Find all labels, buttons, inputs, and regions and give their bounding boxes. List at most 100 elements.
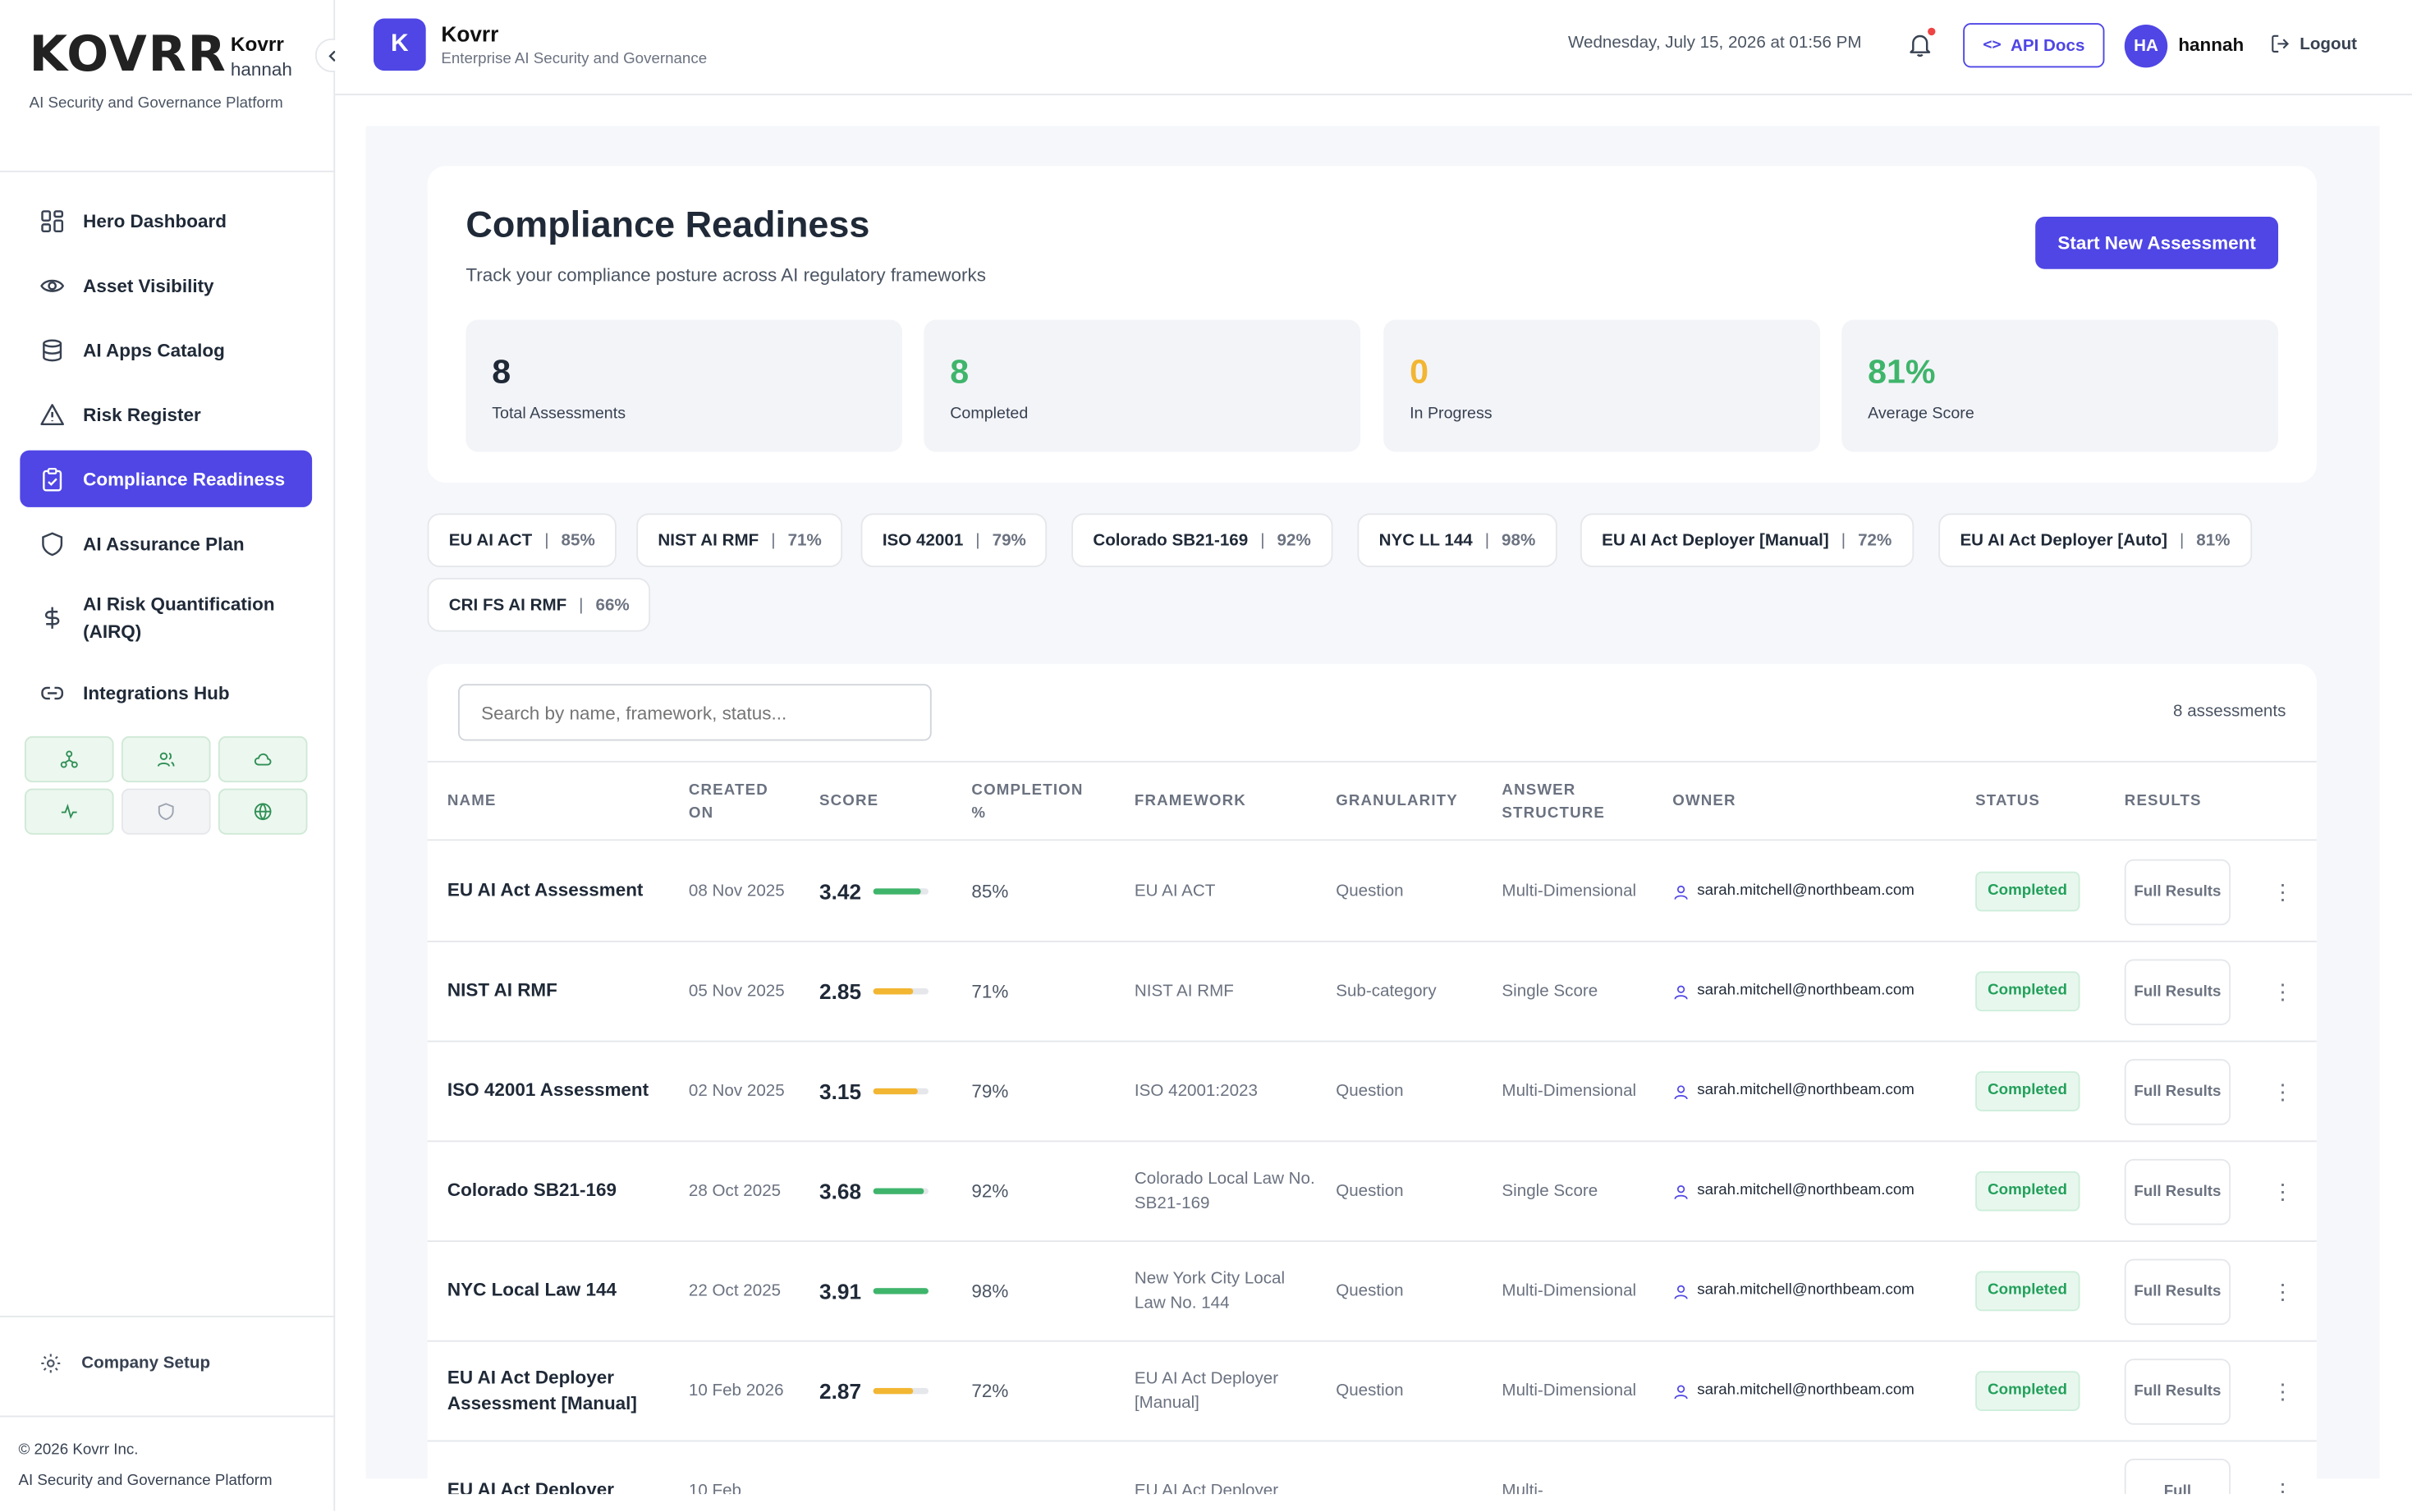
framework-chip[interactable]: CRI FS AI RMF | 66% <box>427 578 651 632</box>
stat-label: In Progress <box>1410 404 1493 423</box>
score-cell: 2.87 <box>819 1342 958 1441</box>
owner-cell: sarah.mitchell@northbeam.com <box>1672 1242 1965 1340</box>
user-icon <box>1674 1084 1688 1099</box>
column-header-framework[interactable]: FRAMEWORK <box>1135 763 1304 842</box>
score-bar-fill <box>874 888 921 895</box>
framework-chip[interactable]: EU AI Act Deployer [Auto] | 81% <box>1938 513 2252 567</box>
full-results-button[interactable]: Full Results <box>2124 1258 2231 1325</box>
framework-chip[interactable]: NYC LL 144 | 98% <box>1357 513 1557 567</box>
sidebar-item-compliance-readiness[interactable]: Compliance Readiness <box>20 450 313 507</box>
start-new-assessment-button[interactable]: Start New Assessment <box>2035 217 2279 269</box>
column-header-results[interactable]: RESULTS <box>2125 763 2248 842</box>
search-input[interactable] <box>458 684 932 741</box>
globe-button[interactable] <box>218 788 308 835</box>
column-header-created[interactable]: CREATED ON <box>689 763 789 842</box>
kovrr-logo: KOVRR <box>29 24 227 84</box>
assessment-name-cell[interactable]: EU AI Act Assessment <box>447 842 663 941</box>
more-options-icon[interactable]: ⋮ <box>2272 978 2294 1004</box>
assessment-name-cell[interactable]: ISO 42001 Assessment <box>447 1042 663 1141</box>
column-header-name[interactable]: NAME <box>447 763 663 842</box>
framework-chip[interactable]: EU AI ACT | 85% <box>427 513 617 567</box>
score-bar-fill <box>874 1288 929 1294</box>
completion-percent: 71% <box>971 980 1009 1002</box>
table-row[interactable]: EU AI Act Deployer Assessment [Manual] 10… <box>427 1342 2317 1442</box>
column-header-completion[interactable]: COMPLETION % <box>971 763 1102 842</box>
sidebar-item-ai-apps-catalog[interactable]: AI Apps Catalog <box>20 321 312 378</box>
user-icon <box>1674 1384 1688 1399</box>
dashboard-icon <box>41 209 64 232</box>
activity-button[interactable] <box>24 788 114 835</box>
column-header-answer-structure[interactable]: ANSWER STRUCTURE <box>1502 763 1625 842</box>
assessment-name-cell[interactable]: EU AI Act Deployer <box>447 1441 663 1494</box>
logout-button[interactable]: Logout <box>2271 34 2357 53</box>
table-row[interactable]: EU AI Act Assessment 08 Nov 2025 3.42 85% EU… <box>427 842 2317 942</box>
score-bar <box>874 1288 929 1294</box>
sidebar-item-asset-visibility[interactable]: Asset Visibility <box>20 257 312 314</box>
results-cell: Full Results <box>2124 842 2240 941</box>
more-options-icon[interactable]: ⋮ <box>2272 1079 2294 1104</box>
assessment-name-cell[interactable]: Colorado SB21-169 <box>447 1142 663 1240</box>
created-on-cell: 22 Oct 2025 <box>689 1242 796 1340</box>
network-button[interactable] <box>24 735 114 783</box>
created-on-cell: 28 Oct 2025 <box>689 1142 796 1240</box>
owner-cell: sarah.mitchell@northbeam.com <box>1672 842 1965 941</box>
framework-chip[interactable]: EU AI Act Deployer [Manual] | 72% <box>1580 513 1914 567</box>
more-options-icon[interactable]: ⋮ <box>2272 1478 2294 1494</box>
more-options-icon[interactable]: ⋮ <box>2272 879 2294 905</box>
table-row[interactable]: Colorado SB21-169 28 Oct 2025 3.68 92% Color… <box>427 1142 2317 1242</box>
sidebar-username: hannah <box>230 58 292 80</box>
header-username[interactable]: hannah <box>2178 34 2244 55</box>
api-docs-button[interactable]: <> API Docs <box>1963 23 2105 68</box>
full-results-button[interactable]: Full Results <box>2124 1058 2231 1125</box>
assessment-name-cell[interactable]: NIST AI RMF <box>447 942 663 1041</box>
column-header-score[interactable]: SCORE <box>819 763 942 842</box>
sidebar-item-airq[interactable]: AI Risk Quantification (AIRQ) <box>20 580 312 657</box>
shield-button[interactable] <box>121 788 211 835</box>
more-options-icon[interactable]: ⋮ <box>2272 1179 2294 1204</box>
column-header-granularity[interactable]: GRANULARITY <box>1336 763 1482 842</box>
framework-chip[interactable]: ISO 42001 | 79% <box>860 513 1048 567</box>
users-button[interactable] <box>121 735 211 783</box>
assessment-name-cell[interactable]: NYC Local Law 144 <box>447 1242 663 1340</box>
full-results-button[interactable]: Full Results <box>2124 1157 2231 1225</box>
table-row[interactable]: NYC Local Law 144 22 Oct 2025 3.91 98% New Y… <box>427 1242 2317 1342</box>
sidebar-item-hero-dashboard[interactable]: Hero Dashboard <box>20 192 312 249</box>
warning-icon <box>40 403 64 425</box>
full-results-button[interactable]: Full Results <box>2124 1358 2231 1424</box>
stat-label: Completed <box>950 404 1029 423</box>
assessment-name-cell[interactable]: EU AI Act Deployer Assessment [Manual] <box>447 1342 663 1441</box>
framework-cell: NIST AI RMF <box>1135 942 1319 1041</box>
sidebar-item-label: AI Risk Quantification (AIRQ) <box>83 593 275 643</box>
full-results-button[interactable]: Full Results <box>2124 958 2231 1025</box>
owner-email: sarah.mitchell@northbeam.com <box>1697 882 1914 899</box>
row-menu-cell: ⋮ <box>2272 1042 2303 1141</box>
framework-cell: Colorado Local Law No. SB21-169 <box>1135 1142 1319 1240</box>
chip-name: ISO 42001 <box>882 530 964 550</box>
granularity-cell: Sub-category <box>1336 942 1482 1041</box>
full-results-button[interactable]: Full <box>2124 1458 2231 1495</box>
table-row[interactable]: EU AI Act Deployer 10 Feb EU AI Act Deploy… <box>428 1441 2317 1495</box>
answer-structure-cell: Multi-Dimensional <box>1502 1042 1640 1141</box>
more-options-icon[interactable]: ⋮ <box>2272 1278 2294 1304</box>
avatar[interactable]: HA <box>2124 24 2168 68</box>
more-options-icon[interactable]: ⋮ <box>2272 1378 2294 1404</box>
framework-chip[interactable]: NIST AI RMF | 71% <box>636 513 844 567</box>
column-header-owner[interactable]: OWNER <box>1672 763 1857 842</box>
api-docs-label: API Docs <box>2010 36 2085 55</box>
completion-cell: 71% <box>971 942 1110 1041</box>
sidebar-item-risk-register[interactable]: Risk Register <box>20 386 312 442</box>
framework-chip[interactable]: Colorado SB21-169 | 92% <box>1071 513 1333 567</box>
sidebar-item-integrations-hub[interactable]: Integrations Hub <box>20 664 312 721</box>
copyright: © 2026 Kovrr Inc. <box>18 1441 139 1459</box>
full-results-button[interactable]: Full Results <box>2124 858 2231 925</box>
company-setup-link[interactable]: Company Setup <box>40 1353 210 1374</box>
chip-name: Colorado SB21-169 <box>1093 530 1249 550</box>
column-header-status[interactable]: STATUS <box>1975 763 2098 842</box>
table-row[interactable]: ISO 42001 Assessment 02 Nov 2025 3.15 79% IS… <box>427 1042 2317 1143</box>
framework-cell: EU AI Act Deployer [Manual] <box>1135 1342 1319 1441</box>
sidebar-item-ai-assurance-plan[interactable]: AI Assurance Plan <box>20 515 312 571</box>
app-icon: K <box>374 18 426 71</box>
assessment-name: Colorado SB21-169 <box>447 1179 617 1201</box>
cloud-button[interactable] <box>218 735 308 783</box>
table-row[interactable]: NIST AI RMF 05 Nov 2025 2.85 71% NIST AI RMF… <box>427 942 2317 1042</box>
